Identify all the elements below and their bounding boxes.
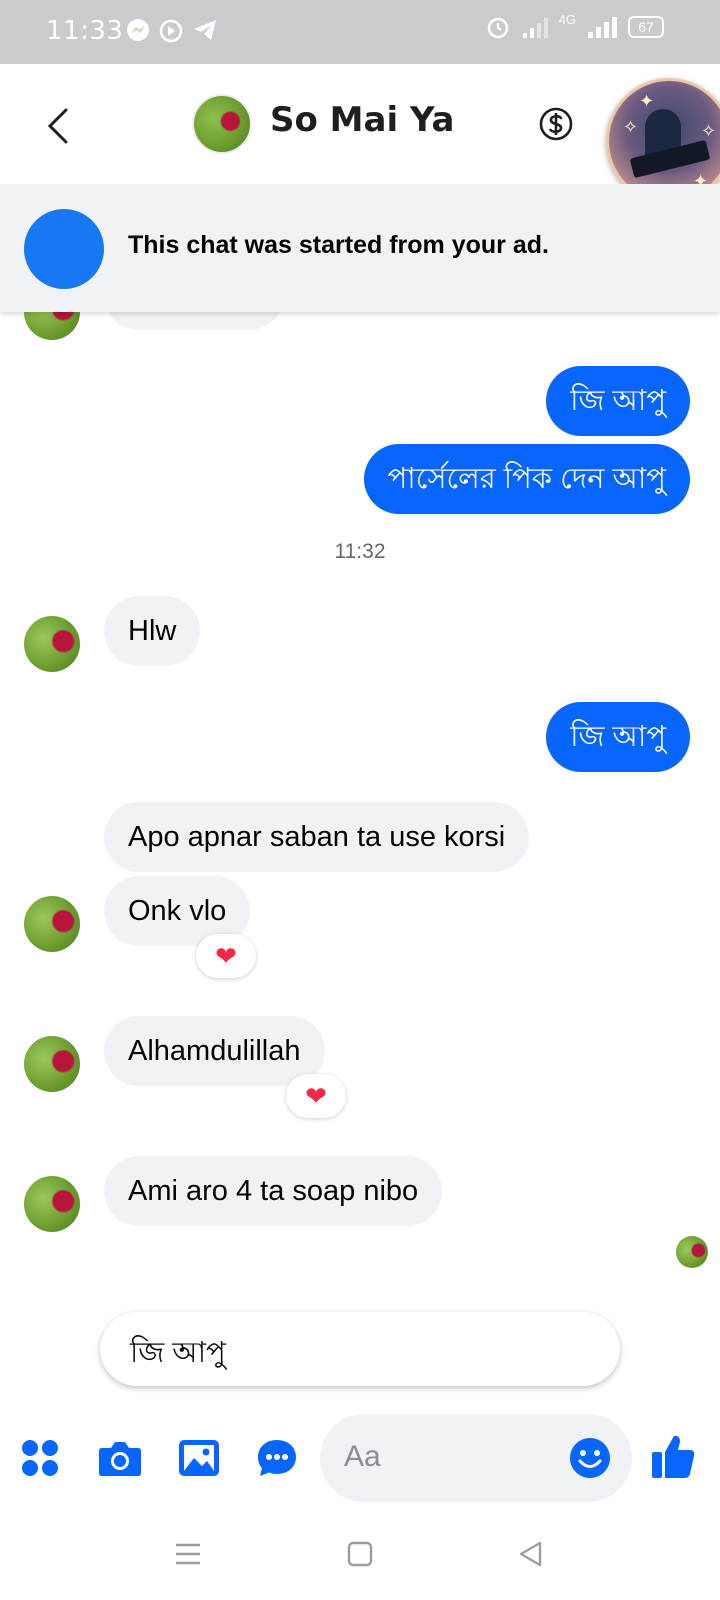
signal-icon-sim2 — [588, 17, 617, 38]
data-saver-icon — [159, 19, 183, 43]
message-bubble-outgoing[interactable]: জি আপু — [546, 702, 690, 772]
facebook-f-glyph: f — [53, 228, 67, 272]
battery-icon: 67 — [628, 16, 664, 38]
message-timestamp: 11:32 — [334, 540, 386, 563]
messenger-notification-icon — [127, 19, 149, 41]
message-input[interactable]: Aa — [320, 1414, 632, 1502]
sparkle-icon: ✦ — [639, 91, 655, 111]
back-arrow-icon[interactable] — [40, 104, 76, 148]
network-type: 4G — [558, 11, 576, 27]
sparkle-icon: ✧ — [623, 117, 639, 137]
message-bubble-incoming[interactable]: Ami aro 4 ta soap nibo — [104, 1156, 443, 1226]
contact-name[interactable]: So Mai Ya — [270, 100, 454, 140]
home-square-icon[interactable] — [346, 1540, 374, 1568]
sparkle-icon: ✧ — [701, 121, 717, 141]
sender-avatar — [24, 896, 80, 952]
ad-banner-text: This chat was started from your ad. — [128, 231, 549, 259]
message-bubble-incoming[interactable]: Alhamdulillah — [104, 1016, 325, 1086]
status-icons: 4G 67 — [485, 11, 664, 40]
sender-avatar — [24, 1176, 80, 1232]
battery-level: 67 — [638, 19, 654, 35]
message-input-placeholder: Aa — [344, 1440, 381, 1473]
telegram-icon — [194, 20, 216, 40]
ad-origin-banner: f This chat was started from your ad. — [0, 184, 720, 312]
status-bar: 11:33 4G 67 — [0, 0, 720, 64]
chat-header: So Mai Ya ✦ ✧ ✦ ✧ — [0, 64, 720, 204]
sender-avatar — [24, 1036, 80, 1092]
back-triangle-icon[interactable] — [516, 1540, 544, 1568]
seen-receipt-avatar — [676, 1236, 708, 1268]
message-bubble-outgoing[interactable]: পার্সেলের পিক দেন আপু — [363, 444, 690, 514]
contact-avatar[interactable] — [192, 94, 252, 154]
camera-icon[interactable] — [98, 1438, 142, 1478]
message-list[interactable]: জি আপু পার্সেলের পিক দেন আপু 11:32 Hlw জ… — [0, 184, 720, 1384]
payment-dollar-icon[interactable] — [538, 106, 574, 142]
emoji-smiley-icon[interactable] — [570, 1438, 610, 1478]
message-bubble-outgoing[interactable]: জি আপু — [546, 366, 690, 436]
gallery-photo-icon[interactable] — [178, 1438, 220, 1478]
heart-reaction-icon[interactable]: ❤ — [196, 934, 256, 978]
signal-icon-sim1 — [522, 18, 548, 38]
message-bubble-incoming[interactable]: Hlw — [104, 596, 201, 666]
thumbs-up-like-icon[interactable] — [650, 1432, 696, 1480]
message-bubble-incoming[interactable]: Apo apnar saban ta use korsi — [104, 802, 530, 872]
system-navigation-bar — [0, 1510, 720, 1600]
recents-menu-icon[interactable] — [174, 1542, 202, 1566]
more-actions-grid-icon[interactable] — [20, 1438, 60, 1478]
heart-reaction-icon[interactable]: ❤ — [286, 1074, 346, 1118]
status-time: 11:33 — [46, 16, 124, 46]
chat-bubble-icon[interactable] — [256, 1438, 298, 1478]
sender-avatar — [24, 616, 80, 672]
quick-reply-suggestion[interactable]: জি আপু — [100, 1312, 620, 1386]
messenger-chat-screen: 11:33 4G 67 So Mai Ya ✦ ✧ ✦ ✧ f This cha… — [0, 0, 720, 1600]
alarm-icon — [487, 17, 508, 39]
message-composer: Aa — [0, 1410, 720, 1510]
